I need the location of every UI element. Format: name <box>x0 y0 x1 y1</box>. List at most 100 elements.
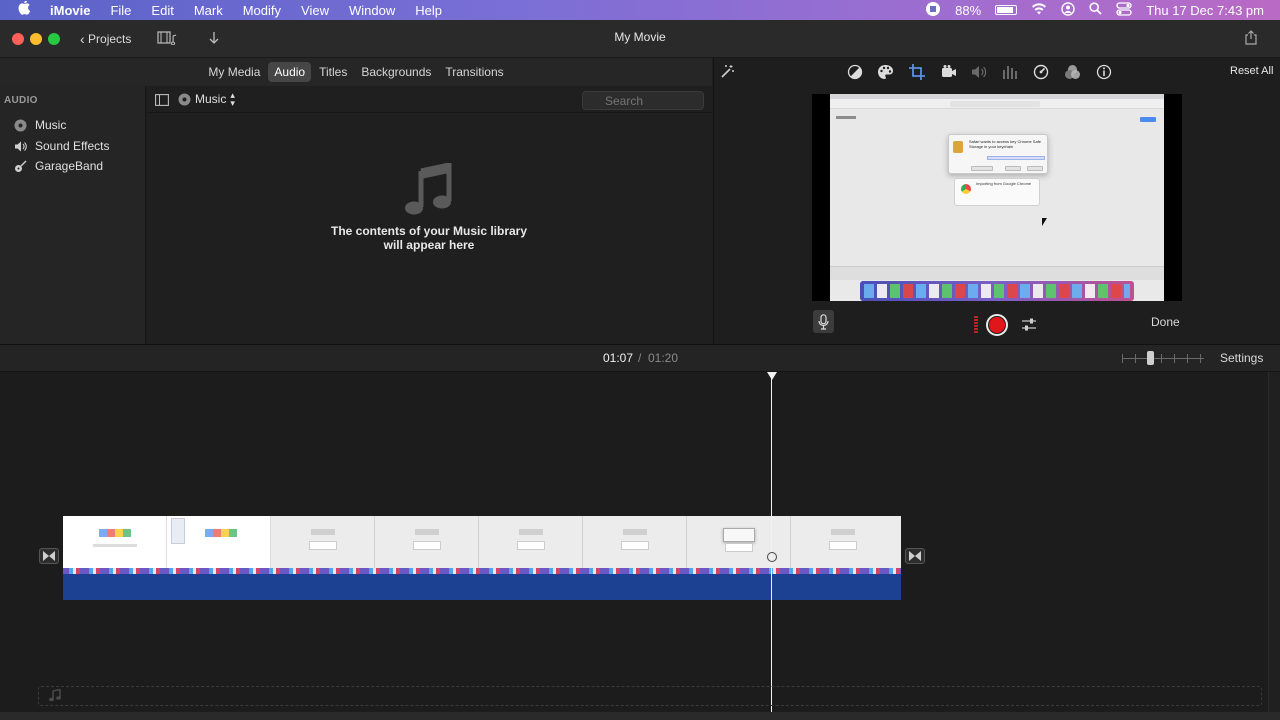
media-browser-tabs: My Media Audio Titles Backgrounds Transi… <box>0 58 712 86</box>
tab-transitions[interactable]: Transitions <box>439 62 509 82</box>
sidebar-heading: AUDIO <box>4 95 38 106</box>
zoom-slider-ticks <box>1122 354 1204 363</box>
battery-icon[interactable] <box>995 5 1018 15</box>
speaker-icon <box>15 141 27 151</box>
tab-audio[interactable]: Audio <box>268 62 312 82</box>
clip-frame <box>687 516 791 574</box>
menu-modify[interactable]: Modify <box>243 3 281 18</box>
menu-help[interactable]: Help <box>415 3 442 18</box>
timeline-settings-button[interactable]: Settings <box>1220 351 1263 365</box>
apple-icon[interactable] <box>18 0 36 20</box>
search-icon[interactable] <box>1089 2 1102 18</box>
menu-bar: iMovie File Edit Mark Modify View Window… <box>0 0 1280 20</box>
toggle-sidebar-button[interactable] <box>155 93 169 111</box>
screen-record-stop-icon[interactable] <box>925 1 941 20</box>
sidebar-item-label: Sound Effects <box>35 139 110 153</box>
music-library-icon <box>14 119 27 131</box>
total-time: 01:20 <box>648 351 679 365</box>
preview-import-sheet: Importing from Google Chrome <box>954 178 1040 206</box>
share-icon <box>1245 30 1257 45</box>
battery-percent: 88% <box>955 2 982 18</box>
timeline-toolbar: 01:07 / 01:20 Settings <box>0 345 1280 372</box>
record-dot-icon <box>989 317 1005 333</box>
audio-sidebar: AUDIO Music Sound Effects GarageBand <box>0 86 146 344</box>
music-note-icon <box>405 161 453 220</box>
record-button[interactable] <box>986 314 1008 336</box>
color-balance-icon[interactable] <box>847 64 863 80</box>
menu-edit[interactable]: Edit <box>151 3 173 18</box>
wifi-icon[interactable] <box>1031 2 1047 18</box>
clip-frame <box>791 516 901 574</box>
logo-thumbnail <box>99 529 131 537</box>
noise-equalizer-icon[interactable] <box>1002 64 1018 80</box>
clip-filter-icon[interactable] <box>1064 64 1080 80</box>
updown-chevron-icon: ▴ ▾ <box>230 90 235 108</box>
playhead[interactable] <box>771 376 772 712</box>
logo-thumbnail <box>205 529 237 537</box>
video-clip-thumbnails[interactable] <box>63 516 901 574</box>
voiceover-options-button[interactable] <box>1021 318 1037 337</box>
preview-keychain-dialog: Safari wants to access key Chrome Safe S… <box>948 134 1048 174</box>
user-account-icon[interactable] <box>1061 1 1075 19</box>
speed-gauge-icon[interactable] <box>1033 64 1049 80</box>
padlock-icon <box>953 141 963 153</box>
tab-backgrounds[interactable]: Backgrounds <box>355 62 437 82</box>
menubar-clock[interactable]: Thu 17 Dec 7:43 pm <box>1146 3 1264 18</box>
microphone-icon <box>818 313 829 330</box>
current-time: 01:07 <box>603 351 634 365</box>
clip-frame <box>271 516 375 574</box>
menu-window[interactable]: Window <box>349 3 395 18</box>
transition-button-end[interactable] <box>905 548 925 564</box>
voiceover-microphone-button[interactable] <box>813 310 834 333</box>
preview-safari-toolbar <box>830 99 1164 109</box>
record-level-meter <box>974 316 978 334</box>
background-music-well[interactable] <box>38 686 1262 706</box>
timeline-scrollbar[interactable] <box>1268 372 1280 712</box>
search-input[interactable] <box>582 91 704 110</box>
clip-frame <box>583 516 687 574</box>
control-center-icon[interactable] <box>1116 1 1132 19</box>
stabilization-camera-icon[interactable] <box>941 64 957 80</box>
volume-icon[interactable] <box>971 64 987 80</box>
sidebar-toggle-icon <box>155 94 169 106</box>
music-library-icon <box>178 93 191 105</box>
browser-header: Music ▴ ▾ <box>147 86 712 113</box>
preview-dock <box>860 281 1134 301</box>
zoom-slider-knob[interactable] <box>1147 351 1154 365</box>
transition-bowtie-icon <box>43 551 55 561</box>
share-button[interactable] <box>1244 30 1258 48</box>
sidebar-item-sound-effects[interactable]: Sound Effects <box>14 139 110 153</box>
done-button[interactable]: Done <box>1151 315 1180 329</box>
clip-audio-waveform[interactable] <box>63 574 901 600</box>
preview-import-label: Importing from Google Chrome <box>976 181 1032 186</box>
crop-icon[interactable] <box>909 64 925 80</box>
info-icon[interactable] <box>1096 64 1112 80</box>
playhead-skimmer-circle <box>767 552 777 562</box>
menu-mark[interactable]: Mark <box>194 3 223 18</box>
sidebar-item-label: GarageBand <box>35 159 104 173</box>
clip-frame <box>167 516 271 574</box>
enhance-magic-wand-icon[interactable] <box>719 64 735 85</box>
reset-all-button[interactable]: Reset All <box>1230 65 1273 77</box>
preview-dialog-text: Safari wants to access key Chrome Safe S… <box>969 139 1042 149</box>
music-source-popup[interactable]: Music ▴ ▾ <box>178 90 235 108</box>
menu-file[interactable]: File <box>110 3 131 18</box>
tab-titles[interactable]: Titles <box>313 62 353 82</box>
window-title: My Movie <box>614 30 666 44</box>
playhead-handle-icon[interactable] <box>767 372 777 380</box>
color-palette-icon[interactable] <box>877 64 893 80</box>
chrome-icon <box>961 184 971 194</box>
sidebar-item-garageband[interactable]: GarageBand <box>14 159 103 173</box>
cursor-pointer-icon <box>1042 218 1047 226</box>
tab-my-media[interactable]: My Media <box>202 62 266 82</box>
window-titlebar: ‹ Projects My Movie <box>0 20 1280 58</box>
sidebar-item-label: Music <box>35 118 67 132</box>
guitar-icon <box>15 160 27 172</box>
music-note-icon <box>49 688 61 707</box>
menu-view[interactable]: View <box>301 3 329 18</box>
sidebar-item-music[interactable]: Music <box>14 118 66 132</box>
transition-button-start[interactable] <box>39 548 59 564</box>
audio-browser: Music ▴▾ The contents of your Music libr… <box>147 86 712 344</box>
clip-frame <box>479 516 583 574</box>
app-menu-imovie[interactable]: iMovie <box>50 3 90 18</box>
